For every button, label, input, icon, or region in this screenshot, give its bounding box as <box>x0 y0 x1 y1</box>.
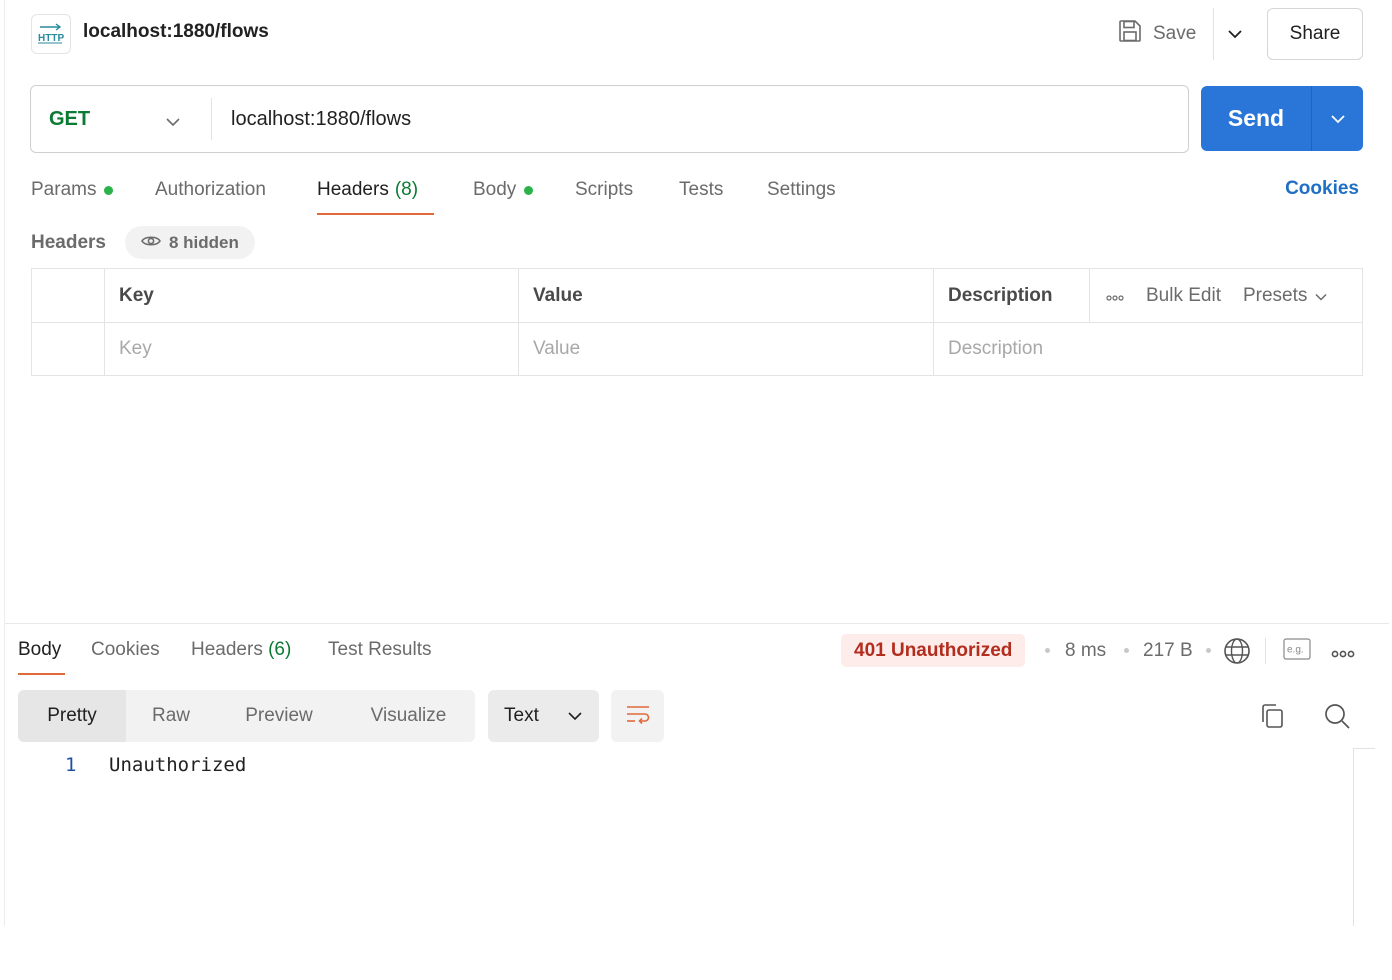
tab-scripts-label: Scripts <box>575 179 634 200</box>
meta-divider <box>1265 638 1266 664</box>
tab-headers-label: Headers <box>317 179 389 200</box>
send-button[interactable]: Send <box>1201 86 1311 151</box>
tab-params-label: Params <box>31 179 97 200</box>
save-label: Save <box>1153 23 1197 44</box>
key-cell <box>105 322 519 375</box>
request-title[interactable]: localhost:1880/flows <box>83 21 269 43</box>
description-column-header: Description <box>934 269 1090 322</box>
more-options-icon[interactable] <box>1331 646 1355 664</box>
wrap-lines-button[interactable] <box>611 690 664 742</box>
svg-text:e.g.: e.g. <box>1287 645 1304 656</box>
active-tab-underline <box>317 213 434 215</box>
tab-body[interactable]: Body <box>473 178 534 202</box>
value-cell <box>519 322 934 375</box>
method-select[interactable]: GET <box>31 86 211 152</box>
save-options-chevron-down-icon[interactable] <box>1223 20 1247 48</box>
checkbox-column-header <box>32 269 105 322</box>
response-format-select[interactable]: Text <box>488 690 599 742</box>
view-raw[interactable]: Raw <box>126 690 216 742</box>
tab-tests[interactable]: Tests <box>679 178 723 202</box>
description-cell <box>934 322 1362 375</box>
response-tab-cookies[interactable]: Cookies <box>91 639 160 661</box>
chevron-down-icon <box>567 705 583 727</box>
share-button[interactable]: Share <box>1267 8 1363 60</box>
header-description-input[interactable] <box>948 337 1362 360</box>
chevron-down-icon <box>165 110 181 133</box>
editor-scrollbar[interactable] <box>1353 748 1354 926</box>
request-header-bar: HTTP localhost:1880/flows Save Share <box>5 0 1389 70</box>
bulk-edit-button[interactable]: Bulk Edit <box>1146 285 1221 307</box>
active-response-tab-underline <box>18 673 65 675</box>
search-icon[interactable] <box>1321 700 1353 732</box>
tab-headers-count: (8) <box>394 179 419 200</box>
method-label: GET <box>49 107 91 130</box>
tab-body-label: Body <box>473 179 517 200</box>
row-checkbox-cell <box>32 322 105 375</box>
tab-tests-label: Tests <box>679 179 724 200</box>
hidden-headers-toggle[interactable]: 8 hidden <box>125 226 255 259</box>
headers-section-label: Headers <box>31 232 106 253</box>
request-editor: HTTP localhost:1880/flows Save Share GET <box>4 0 1389 926</box>
http-icon: HTTP <box>31 14 71 54</box>
wrap-lines-icon <box>625 703 651 730</box>
url-bar: GET <box>30 85 1189 153</box>
body-indicator-dot <box>524 185 534 195</box>
status-badge[interactable]: 401 Unauthorized <box>841 634 1026 667</box>
cookies-link[interactable]: Cookies <box>1285 178 1359 200</box>
presets-label: Presets <box>1242 284 1308 306</box>
send-button-group: Send <box>1201 86 1363 151</box>
response-body-editor[interactable]: 1 Unauthorized <box>5 748 1353 926</box>
save-example-icon[interactable]: e.g. <box>1283 638 1311 665</box>
eye-icon <box>141 233 161 253</box>
meta-separator-dot <box>1045 648 1050 653</box>
headers-table: Key Value Description Bulk Edit Presets <box>31 268 1363 376</box>
globe-icon[interactable] <box>1223 637 1251 670</box>
response-pane-divider[interactable] <box>5 623 1389 624</box>
save-button[interactable]: Save <box>1117 16 1196 52</box>
chevron-down-icon <box>1315 285 1327 307</box>
header-key-input[interactable] <box>119 337 518 360</box>
meta-separator-dot <box>1124 648 1129 653</box>
save-icon <box>1117 18 1143 50</box>
url-divider <box>211 98 212 140</box>
response-format-label: Text <box>504 705 539 726</box>
view-visualize[interactable]: Visualize <box>342 690 475 742</box>
tab-authorization-label: Authorization <box>155 179 266 200</box>
tab-headers[interactable]: Headers (8) <box>317 178 418 202</box>
more-options-icon[interactable] <box>1106 285 1124 307</box>
tab-settings-label: Settings <box>767 179 836 200</box>
tab-scripts[interactable]: Scripts <box>575 178 633 202</box>
svg-text:HTTP: HTTP <box>38 33 64 44</box>
line-number: 1 <box>65 754 77 776</box>
copy-icon[interactable] <box>1257 700 1287 732</box>
key-column-header: Key <box>105 269 519 322</box>
response-tab-headers[interactable]: Headers (6) <box>191 639 291 661</box>
params-indicator-dot <box>104 185 114 195</box>
response-tab-body[interactable]: Body <box>18 639 61 661</box>
response-time[interactable]: 8 ms <box>1065 640 1106 662</box>
tab-params[interactable]: Params <box>31 178 114 202</box>
headers-table-tools: Bulk Edit Presets <box>1090 269 1327 322</box>
hidden-headers-label: 8 hidden <box>169 232 239 252</box>
header-value-input[interactable] <box>533 337 933 360</box>
response-tab-headers-label: Headers <box>191 639 263 660</box>
request-tabs: Params Authorization Headers (8) Body Sc… <box>31 170 1361 218</box>
response-body-line: Unauthorized <box>109 754 247 776</box>
response-view-mode: Pretty Raw Preview Visualize <box>18 690 475 742</box>
tab-authorization[interactable]: Authorization <box>155 178 266 202</box>
url-input[interactable] <box>231 86 1171 152</box>
meta-separator-dot <box>1206 648 1211 653</box>
response-tab-headers-count: (6) <box>268 639 292 660</box>
response-size[interactable]: 217 B <box>1143 640 1193 662</box>
editor-scrollbar-cap <box>1353 748 1375 749</box>
view-preview[interactable]: Preview <box>216 690 342 742</box>
save-divider <box>1213 8 1214 60</box>
view-pretty[interactable]: Pretty <box>18 690 126 742</box>
response-tab-test-results[interactable]: Test Results <box>328 639 431 661</box>
presets-dropdown[interactable]: Presets <box>1243 285 1327 307</box>
send-options-chevron-down-icon[interactable] <box>1312 86 1363 151</box>
tab-settings[interactable]: Settings <box>767 178 836 202</box>
value-column-header: Value <box>519 269 934 322</box>
